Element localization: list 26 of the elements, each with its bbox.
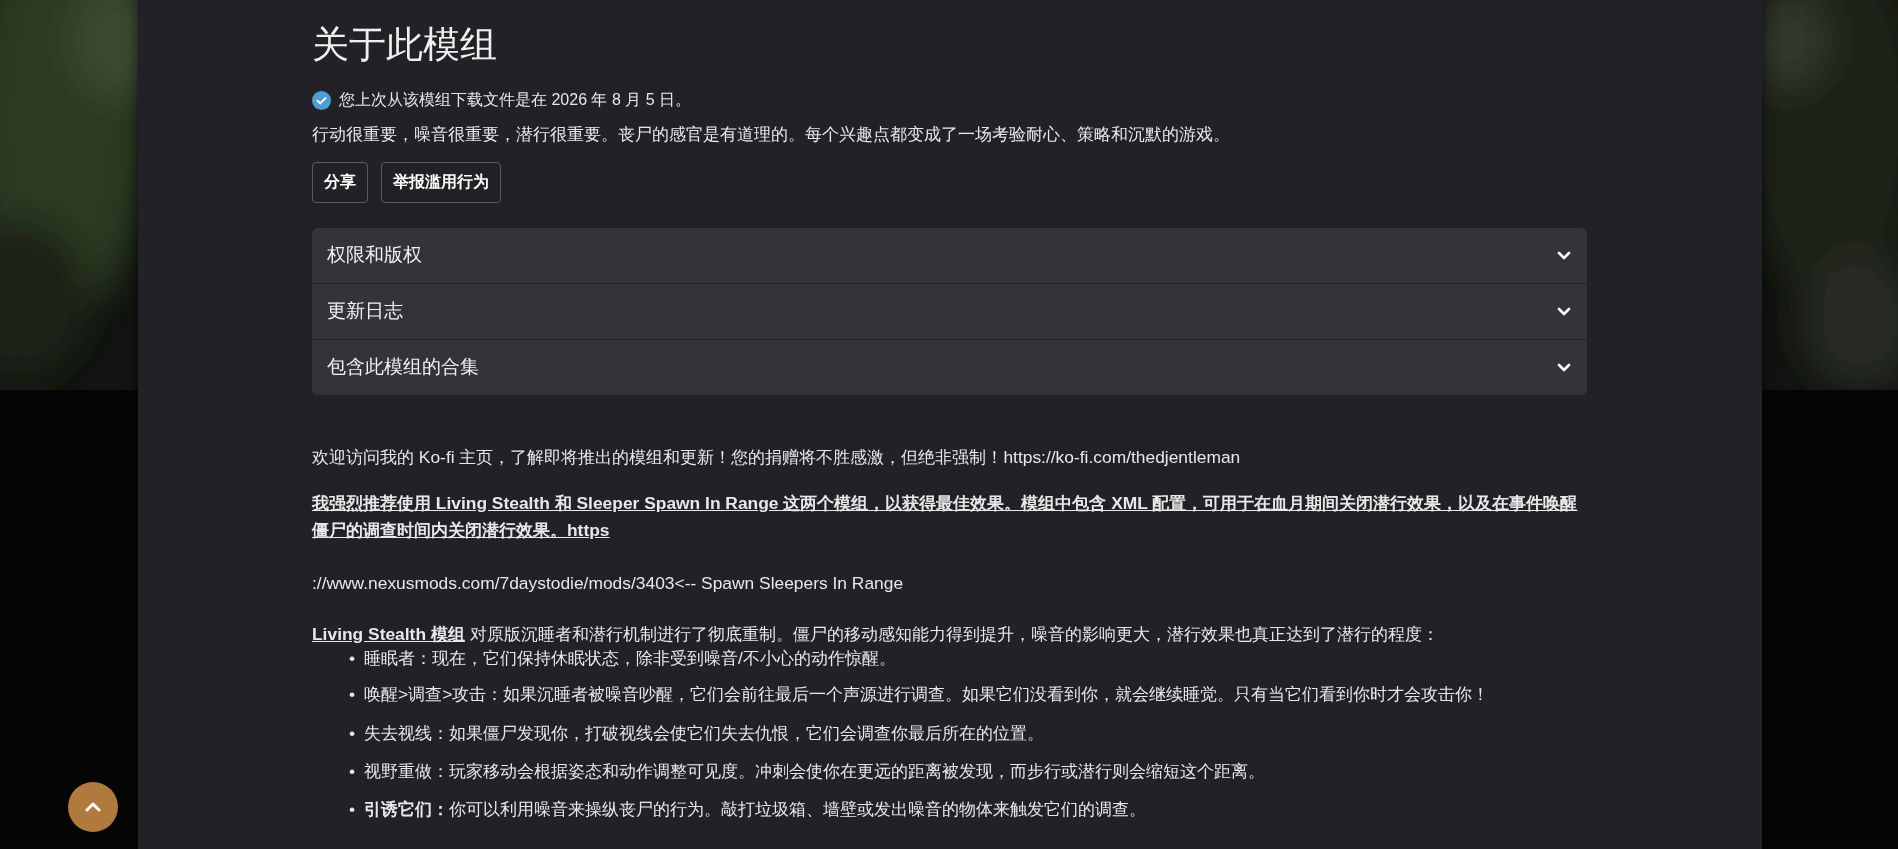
download-notice: 您上次从该模组下载文件是在 2026 年 8 月 5 日。 bbox=[339, 90, 692, 111]
accordion-header[interactable]: 包含此模组的合集 bbox=[312, 340, 1587, 396]
accordion-header[interactable]: 更新日志 bbox=[312, 284, 1587, 340]
description-paragraph: Living Stealth 模组 对原版沉睡者和潜行机制进行了彻底重制。僵尸的移动感知能力得到提升，噪音的影响更大，潜行效果也真正达到了潜行的程度： bbox=[312, 622, 1440, 646]
bullet-marker: • bbox=[349, 760, 357, 783]
section-title: 关于此模组 bbox=[312, 23, 498, 67]
bullet-marker: • bbox=[349, 721, 357, 745]
bullet-marker: • bbox=[349, 646, 357, 670]
scroll-to-top-button[interactable] bbox=[68, 782, 118, 832]
list-item: 引诱它们：你可以利用噪音来操纵丧尸的行为。敲打垃圾箱、墙壁或发出噪音的物体来触发它们的调查。 bbox=[364, 798, 1146, 822]
chevron-icon bbox=[1557, 306, 1571, 317]
list-item: 睡眠者：现在，它们保持休眠状态，除非受到噪音/不小心的动作惊醒。 bbox=[364, 646, 896, 670]
bullet-marker: • bbox=[349, 683, 357, 707]
list-item: 唤醒>调查>攻击：如果沉睡者被噪音吵醒，它们会前往最后一个声源进行调查。如果它们没看到你，就会继续睡觉。只有当它们看到你时才会攻击你！ bbox=[364, 683, 1490, 707]
mod-summary: 行动很重要，噪音很重要，潜行很重要。丧尸的感官是有道理的。每个兴趣点都变成了一场考验耐心、策略和沉默的游戏。 bbox=[312, 122, 1231, 146]
description-paragraph: 欢迎访问我的 Ko-fi 主页，了解即将推出的模组和更新！您的捐赠将不胜感激，但绝非强制！https://ko-fi.com/thedjentleman bbox=[312, 446, 1242, 470]
share-button[interactable]: 分享 bbox=[312, 162, 368, 204]
list-item: 失去视线：如果僵尸发现你，打破视线会使它们失去仇恨，它们会调查你最后所在的位置。 bbox=[364, 721, 1044, 745]
chevron-icon bbox=[1557, 362, 1571, 373]
accordion-header[interactable]: 权限和版权 bbox=[312, 228, 1587, 284]
bullet-marker: • bbox=[349, 798, 357, 822]
list-item: 视野重做：玩家移动会根据姿态和动作调整可见度。冲刺会使你在更远的距离被发现，而步行或潜行则会缩短这个距离。 bbox=[364, 760, 1265, 783]
chevron-icon bbox=[1557, 250, 1571, 261]
description-paragraph: ://www.nexusmods.com/7daystodie/mods/3403<-- Spawn Sleepers In Range bbox=[312, 572, 905, 596]
chevron-up-icon bbox=[85, 802, 101, 812]
report-button[interactable]: 举报滥用行为 bbox=[381, 162, 501, 204]
